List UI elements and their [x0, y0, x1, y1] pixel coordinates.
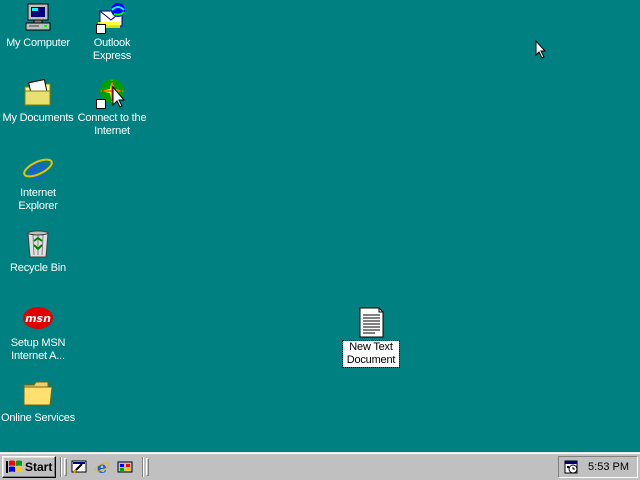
desktop-icon-label: Internet Explorer	[18, 187, 58, 212]
desktop-icon-label: Setup MSN Internet A...	[10, 337, 66, 362]
desktop-icon-label: My Documents	[2, 112, 74, 124]
start-button-label: Start	[25, 460, 53, 474]
shortcut-arrow-icon	[96, 99, 106, 109]
quick-launch-internet-explorer[interactable]: e	[92, 458, 112, 476]
outlook-express-icon	[96, 2, 128, 34]
desktop-icon-label: Connect to the Internet	[77, 112, 147, 137]
quick-launch-channels[interactable]	[115, 458, 135, 476]
desktop-icon-recycle-bin[interactable]: Recycle Bin	[0, 227, 76, 275]
msn-icon: msn	[22, 302, 54, 334]
scheduler-icon[interactable]	[562, 459, 580, 475]
desktop-icon-new-text-document[interactable]: New Text Document	[333, 306, 409, 368]
system-tray: 5:53 PM	[558, 456, 638, 478]
recycle-bin-icon	[22, 227, 54, 259]
task-area-grip[interactable]	[146, 458, 149, 476]
desktop-icon-my-computer[interactable]: My Computer	[0, 2, 76, 50]
desktop-icon-setup-msn[interactable]: msn Setup MSN Internet A...	[0, 302, 76, 363]
desktop-icon-label: New Text Document	[342, 340, 400, 368]
mouse-pointer-icon	[535, 39, 547, 62]
desktop-icon-internet-explorer[interactable]: e Internet Explorer	[0, 152, 76, 213]
desktop-icon-outlook-express[interactable]: Outlook Express	[74, 2, 150, 63]
taskbar-separator	[60, 457, 62, 477]
desktop-icon-label: Online Services	[0, 412, 76, 424]
quick-launch-show-desktop[interactable]	[69, 458, 89, 476]
desktop[interactable]: My Computer Outlook Express My Documents…	[0, 0, 640, 452]
svg-text:e: e	[28, 152, 47, 184]
ie-small-icon: e	[94, 459, 110, 475]
channels-icon	[117, 461, 133, 473]
internet-explorer-icon: e	[22, 152, 54, 184]
my-computer-icon	[22, 2, 54, 34]
folder-icon	[22, 377, 54, 409]
desktop-icon-label: Outlook Express	[92, 37, 132, 62]
desktop-icon-my-documents[interactable]: My Documents	[0, 77, 76, 125]
desktop-icon-label: My Computer	[6, 37, 70, 49]
desktop-icon-online-services[interactable]: Online Services	[0, 377, 76, 425]
quick-launch-grip[interactable]	[64, 458, 67, 476]
desktop-icon-label: Recycle Bin	[10, 262, 66, 274]
my-documents-icon	[22, 77, 54, 109]
taskbar: Start e 5:53 PM	[0, 452, 640, 480]
desktop-icon-connect-internet[interactable]: Connect to the Internet	[74, 77, 150, 138]
text-document-icon	[355, 306, 387, 338]
taskbar-clock[interactable]: 5:53 PM	[588, 461, 629, 473]
start-button[interactable]: Start	[2, 456, 56, 478]
shortcut-arrow-icon	[96, 24, 106, 34]
taskbar-separator	[142, 457, 144, 477]
svg-text:e: e	[97, 459, 107, 475]
svg-text:msn: msn	[25, 312, 51, 325]
windows-logo-icon	[6, 460, 22, 474]
show-desktop-icon	[71, 460, 87, 473]
connect-internet-icon	[96, 77, 128, 109]
